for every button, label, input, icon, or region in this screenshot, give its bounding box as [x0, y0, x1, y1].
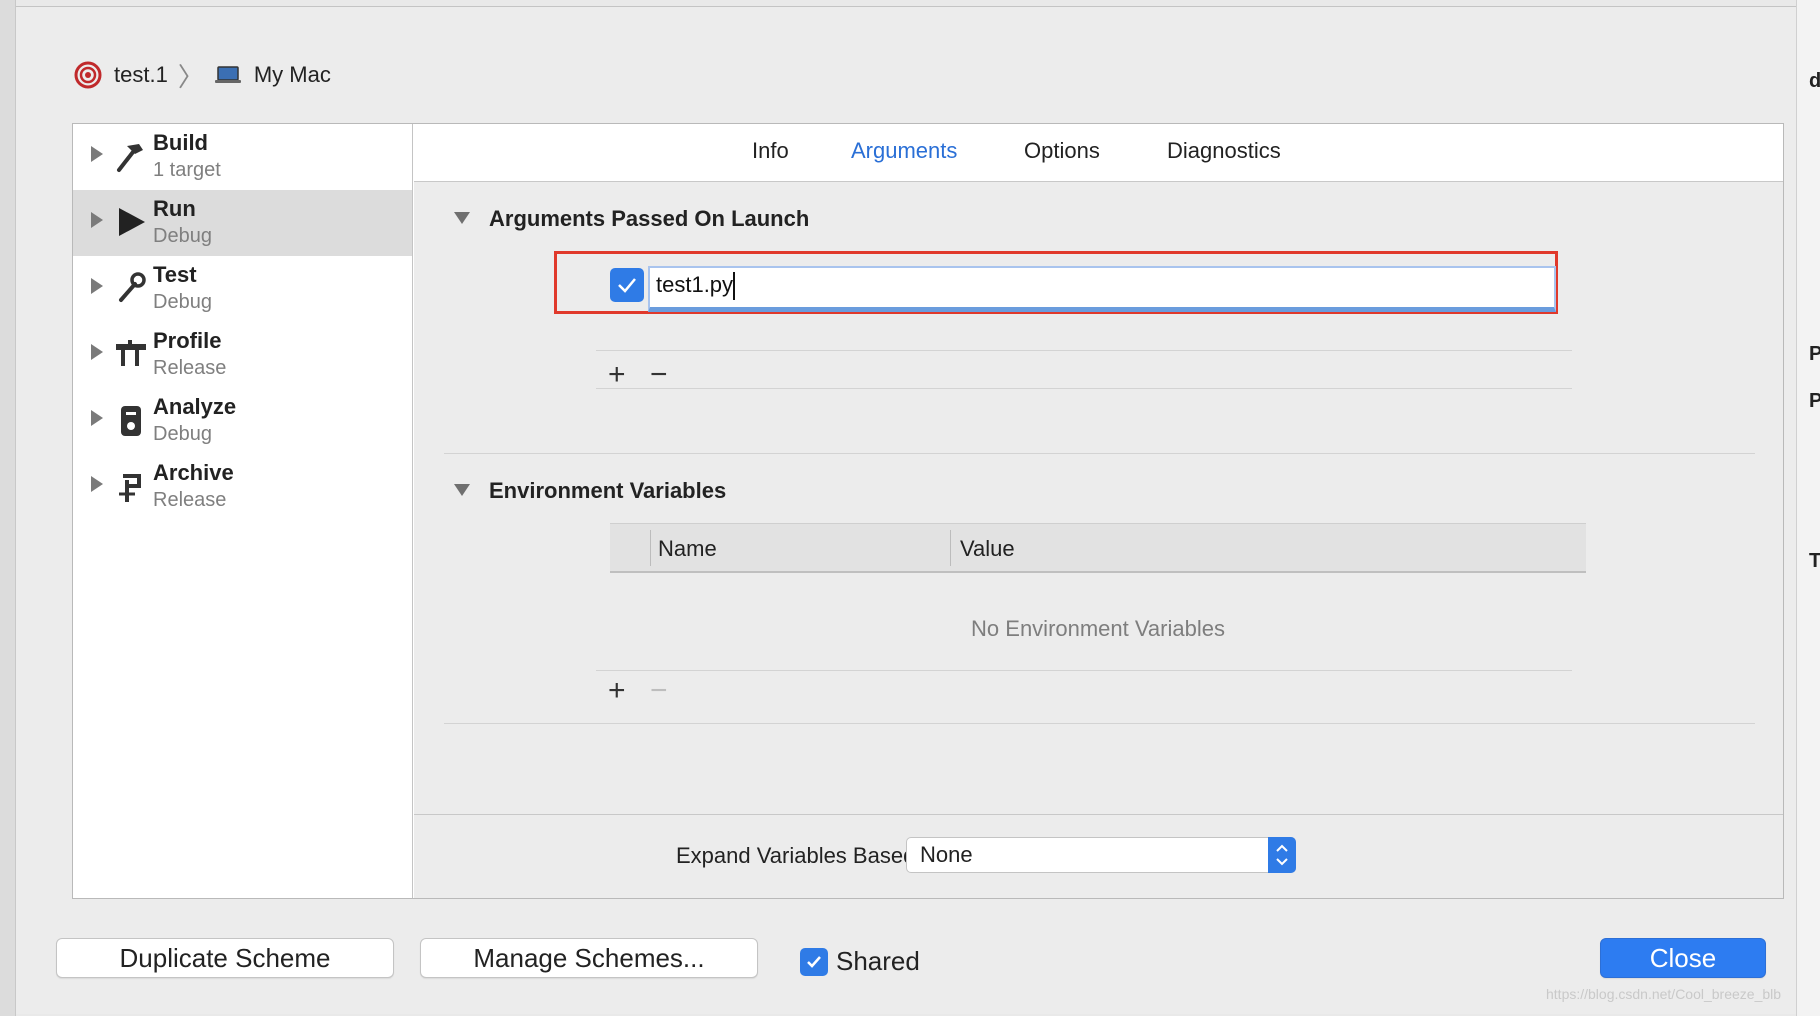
laptop-icon: [214, 66, 241, 83]
backdrop-text: d: [1809, 70, 1820, 92]
divider: [596, 388, 1572, 389]
sidebar-item-label: Run: [153, 196, 196, 221]
chevron-right-icon: 〉: [177, 61, 204, 92]
expand-variables-bar: Expand Variables Based On None: [414, 814, 1783, 898]
column-header-name[interactable]: Name: [658, 536, 717, 562]
argument-field[interactable]: test1.py: [648, 266, 1556, 312]
sidebar-item-label: Profile: [153, 328, 222, 353]
sidebar-item-sublabel: Debug: [153, 423, 212, 445]
sidebar-item-label: Archive: [153, 460, 234, 485]
section-divider: [444, 723, 1755, 724]
backdrop-text: P: [1809, 390, 1820, 412]
sidebar-item-run[interactable]: Run Debug: [73, 190, 412, 256]
disclosure-triangle-icon[interactable]: [91, 476, 103, 492]
gauge-icon: [116, 340, 146, 366]
background-window-right: d Pr P Te: [1796, 0, 1820, 1016]
sidebar-item-label: Test: [153, 262, 197, 287]
close-button[interactable]: Close: [1600, 938, 1766, 978]
backdrop-text: Pr: [1809, 343, 1820, 365]
sidebar-item-sublabel: Release: [153, 489, 227, 511]
breadcrumb[interactable]: test.1 〉 My Mac: [74, 59, 331, 92]
scheme-content: Info Arguments Options Diagnostics Argum…: [414, 124, 1783, 898]
scheme-panel: Build 1 target Run Debug Test Debug Prof…: [72, 123, 1784, 899]
target-icon: [74, 61, 102, 89]
section-title: Arguments Passed On Launch: [454, 206, 809, 232]
add-argument-button[interactable]: +: [608, 360, 626, 390]
sidebar-item-profile[interactable]: Profile Release: [73, 322, 412, 388]
environment-section-title: Environment Variables: [489, 478, 727, 503]
sidebar-item-sublabel: Debug: [153, 225, 212, 247]
sidebar-item-sublabel: Debug: [153, 291, 212, 313]
breadcrumb-destination[interactable]: My Mac: [254, 62, 331, 88]
disclosure-triangle-icon[interactable]: [91, 344, 103, 360]
analyze-icon: [121, 406, 141, 436]
argument-value: test1.py: [656, 272, 734, 297]
sidebar-item-archive[interactable]: Archive Release: [73, 454, 412, 520]
background-window-left: [0, 0, 16, 1016]
add-variable-button[interactable]: +: [608, 676, 626, 706]
sidebar-item-sublabel: 1 target: [153, 159, 221, 181]
tab-diagnostics[interactable]: Diagnostics: [1167, 138, 1281, 164]
sidebar-item-build[interactable]: Build 1 target: [73, 124, 412, 190]
wrench-icon: [119, 272, 146, 302]
tab-options[interactable]: Options: [1024, 138, 1100, 164]
shared-checkbox[interactable]: [800, 947, 828, 976]
environment-table-header: Name Value: [610, 523, 1586, 573]
watermark: https://blog.csdn.net/Cool_breeze_blb: [1546, 986, 1782, 1002]
breadcrumb-scheme[interactable]: test.1: [114, 62, 168, 88]
scheme-editor-sheet: test.1 〉 My Mac Build 1 target Run Debug…: [16, 6, 1796, 1014]
disclosure-triangle-icon[interactable]: [91, 410, 103, 426]
disclosure-triangle-icon[interactable]: [91, 278, 103, 294]
play-icon: [119, 208, 145, 236]
sidebar-item-test[interactable]: Test Debug: [73, 256, 412, 322]
expand-variables-select[interactable]: None: [906, 837, 1296, 873]
arguments-section-title: Arguments Passed On Launch: [489, 206, 810, 231]
action-sidebar: Build 1 target Run Debug Test Debug Prof…: [73, 124, 413, 898]
shared-checkbox-row[interactable]: Shared: [800, 946, 920, 977]
environment-empty-message: No Environment Variables: [971, 616, 1225, 641]
disclosure-triangle-icon[interactable]: [91, 212, 103, 228]
select-value: None: [920, 842, 973, 867]
remove-argument-button[interactable]: −: [650, 360, 668, 390]
section-divider: [444, 453, 1755, 454]
text-caret: [733, 272, 736, 301]
section-title: Environment Variables: [454, 478, 726, 504]
column-divider: [950, 530, 951, 566]
sidebar-item-sublabel: Release: [153, 357, 227, 379]
divider: [596, 670, 1572, 671]
tab-arguments[interactable]: Arguments: [851, 138, 957, 164]
argument-enabled-checkbox[interactable]: [610, 268, 644, 302]
divider: [596, 350, 1572, 351]
disclosure-triangle-icon[interactable]: [91, 146, 103, 162]
hammer-icon: [117, 144, 143, 172]
archive-icon: [119, 474, 141, 502]
sidebar-item-label: Analyze: [153, 394, 237, 419]
shared-label: Shared: [836, 946, 920, 976]
column-header-value[interactable]: Value: [960, 536, 1015, 562]
sidebar-item-label: Build: [153, 130, 208, 155]
stepper-arrows-icon[interactable]: [1268, 837, 1296, 873]
tab-bar: Info Arguments Options Diagnostics: [414, 124, 1783, 182]
sidebar-item-analyze[interactable]: Analyze Debug: [73, 388, 412, 454]
remove-variable-button[interactable]: −: [650, 676, 668, 706]
tab-info[interactable]: Info: [752, 138, 789, 164]
duplicate-scheme-button[interactable]: Duplicate Scheme: [56, 938, 394, 978]
backdrop-text: Te: [1809, 550, 1820, 572]
column-divider: [650, 530, 651, 566]
manage-schemes-button[interactable]: Manage Schemes...: [420, 938, 758, 978]
